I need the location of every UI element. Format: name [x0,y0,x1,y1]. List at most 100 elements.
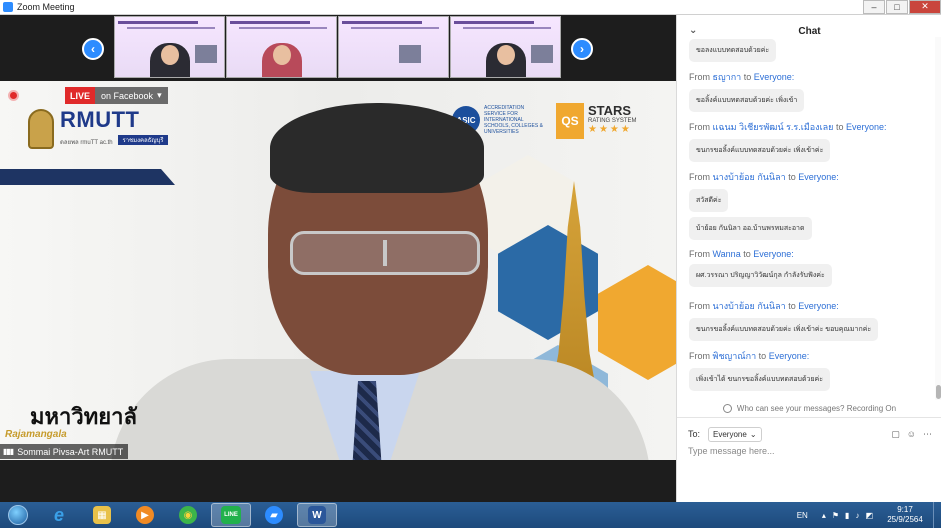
participant-thumbnail[interactable] [114,16,225,78]
privacy-notice[interactable]: Who can see your messages? Recording On [677,401,941,415]
volume-icon[interactable]: ♪ [855,511,859,520]
file-icon[interactable]: ▢ [891,429,900,440]
message-sender[interactable]: ธญากา [713,72,742,82]
zoom-icon: ▰ [265,506,283,524]
participant-face [273,45,291,65]
chrome-icon: ◉ [179,506,197,524]
chat-message: From พิชญาณ์กา to Everyone: เพิ่งเข้าได้… [689,349,830,391]
chat-message: From นางบ้าย้อย กันนิลา to Everyone: ขนก… [689,299,879,341]
taskbar-ie[interactable]: e [39,503,79,527]
taskbar-zoom[interactable]: ▰ [254,503,294,527]
from-word: From [689,172,710,182]
signal-icon: ▮▮▮ [3,447,14,456]
folder-icon: ▦ [93,506,111,524]
chat-actions: ▢ ☺ ⋯ [891,429,932,440]
thumbnail-banner [118,21,198,24]
to-word: to [788,301,796,311]
thumbnail-banner [351,27,439,29]
thumbnail-inset [531,45,553,63]
message-sender[interactable]: นางบ้าย้อย กันนิลา [713,172,786,182]
taskbar-chrome[interactable]: ◉ [168,503,208,527]
rmutt-subtitle: ดลยพล rmuTT ac.th [60,140,113,146]
chat-title: Chat [798,25,821,37]
network-signal-icon[interactable]: ▮ [845,511,849,520]
taskbar-word[interactable]: W [297,503,337,527]
line-icon: LINE [221,506,241,524]
message-sender[interactable]: นางบ้าย้อย กันนิลา [713,301,786,311]
more-icon[interactable]: ⋯ [923,429,932,440]
speaker-hair [270,103,484,193]
to-word: to [743,249,751,259]
qs-logo: QS [556,103,584,139]
message-bubble: เพิ่งเข้าได้ ขนกรขอลิ้งค์แบบทดสอบด้วยค่ะ [689,368,830,391]
message-header: From ธญากา to Everyone: [689,70,804,84]
chat-message: From ธญากา to Everyone: ขอลิ้งค์แบบทดสอบ… [689,70,805,112]
message-header: From นางบ้าย้อย กันนิลา to Everyone: [689,299,878,313]
tray-expand-icon[interactable]: ▴ [822,511,826,520]
action-center-flag-icon[interactable]: ⚑ [832,511,839,520]
participant-name: Sommai Pivsa-Art RMUTT [17,446,124,457]
emoji-icon[interactable]: ☺ [907,429,916,440]
participant-thumbnail[interactable] [450,16,561,78]
qs-stars-logo: STARS RATING SYSTEM ★★★★ [588,103,668,135]
participant-thumbnail[interactable] [226,16,337,78]
message-recipient: Everyone: [753,249,794,259]
message-sender[interactable]: พิชญาณ์กา [713,351,757,361]
rmutt-tag: ราชมงคลธัญบุรี [118,135,168,145]
gallery-next-button[interactable]: › [571,38,593,60]
participant-thumbnail[interactable] [338,16,449,78]
windows-logo-icon [8,505,28,525]
recording-icon [8,90,19,101]
chat-messages[interactable]: ขอลงแบบทดสอบด้วยค่ะ From ธญากา to Everyo… [677,37,935,400]
message-recipient: Everyone: [753,72,795,82]
maximize-button[interactable]: □ [886,0,908,14]
system-tray: EN ▴ ⚑ ▮ ♪ ◩ 9:17 25/9/2564 [797,502,941,528]
from-word: From [689,351,710,361]
gallery-prev-button[interactable]: ‹ [82,38,104,60]
message-sender[interactable]: แฉนม วิเชียรพัฒน์ ร.ร.เมืองเลย [713,122,834,132]
message-bubble: บ้าย้อย กันนิลา ออ.บ้านพรหมสะอาด [689,217,812,240]
recipient-value: Everyone [713,429,747,439]
message-header: From Wanna to Everyone: [689,249,832,259]
taskbar-media[interactable]: ▶ [125,503,165,527]
close-button[interactable]: ✕ [909,0,941,14]
speaker-glasses [290,231,480,275]
message-input[interactable]: Type message here... [688,446,775,456]
live-badge[interactable]: LIVE on Facebook ▾ [65,87,168,104]
message-bubble: ขนกรขอลิ้งค์แบบทดสอบด้วยค่ะ เพิ่งเข้าค่ะ [689,139,831,162]
to-word: to [788,172,796,182]
thumbnail-banner [463,27,551,29]
message-header: From นางบ้าย้อย กันนิลา to Everyone: [689,170,839,184]
language-indicator[interactable]: EN [797,511,808,520]
chat-scrollbar[interactable] [935,37,941,400]
participant-face [161,45,179,65]
scrollbar-thumb[interactable] [936,385,941,399]
privacy-text: Who can see your messages? Recording On [736,403,897,413]
message-header: From แฉนม วิเชียรพัฒน์ ร.ร.เมืองเลย to E… [689,120,887,134]
facebook-label: on Facebook ▾ [95,87,168,104]
live-label: LIVE [65,87,96,104]
clock[interactable]: 9:17 25/9/2564 [879,505,931,525]
window-title: Zoom Meeting [17,2,75,12]
to-word: to [758,351,767,361]
tray-app-icon[interactable]: ◩ [865,511,873,520]
thumbnail-banner [239,27,327,29]
from-word: From [689,122,710,132]
minimize-button[interactable]: – [863,0,885,14]
collapse-chevron-icon[interactable]: ⌄ [689,25,697,36]
show-desktop-button[interactable] [933,502,941,528]
active-speaker-video: LIVE on Facebook ▾ RMUTT ดลยพล rmuTT ac.… [0,81,676,460]
from-word: From [689,72,710,82]
taskbar-explorer[interactable]: ▦ [82,503,122,527]
divider [677,417,941,418]
university-name-english: Rajamangala [5,429,67,440]
thumbnail-inset [195,45,217,63]
recipient-dropdown[interactable]: Everyone ⌄ [708,426,762,442]
accreditation-logos: ASIC ACCREDITATION SERVICE FOR INTERNATI… [452,103,662,143]
to-word: to [835,122,844,132]
taskbar-line[interactable]: LINE [211,503,251,527]
start-button[interactable] [0,502,36,528]
rmutt-logo: RMUTT ดลยพล rmuTT ac.th ราชมงคลธัญบุรี [28,103,173,155]
asic-text: ACCREDITATION SERVICE FOR INTERNATIONAL … [484,105,543,135]
message-sender[interactable]: Wanna [713,249,741,259]
